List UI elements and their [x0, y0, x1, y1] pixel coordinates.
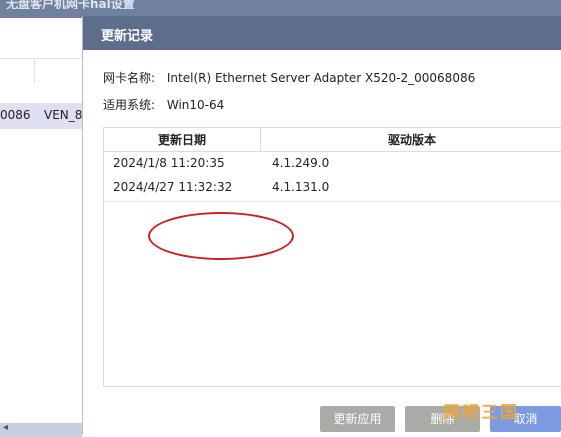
background-content: 0086 VEN_8 ◂ — [0, 18, 82, 437]
cell-date: 2024/1/8 11:20:35 — [113, 156, 225, 170]
system-label: 适用系统: — [103, 98, 156, 112]
cell-version: 4.1.131.0 — [272, 180, 330, 194]
annotation-ellipse — [148, 212, 294, 260]
background-title: 无盘客户机网卡hal设置 — [6, 0, 135, 9]
adapter-value: Intel(R) Ethernet Server Adapter X520-2_… — [166, 71, 476, 85]
system-info: 适用系统: Win10-64 — [103, 96, 224, 113]
column-header-date[interactable]: 更新日期 — [104, 128, 261, 152]
update-history-table: 更新日期 驱动版本 2024/1/8 11:20:35 4.1.249.0 20… — [103, 127, 561, 387]
cell-version: 4.1.249.0 — [272, 156, 330, 170]
dialog-titlebar[interactable]: 更新记录 — [83, 16, 561, 50]
scroll-left-icon[interactable]: ◂ — [3, 422, 8, 433]
apply-update-button[interactable]: 更新应用 — [320, 406, 395, 432]
table-row-divider — [104, 201, 561, 202]
table-row[interactable]: 2024/4/27 11:32:32 4.1.131.0 — [104, 176, 561, 200]
column-header-version[interactable]: 驱动版本 — [261, 128, 561, 152]
background-cell-vendor: VEN_8 — [44, 108, 83, 122]
background-table-row[interactable]: 0086 VEN_8 — [0, 104, 82, 129]
background-table-header — [0, 58, 82, 104]
cell-date: 2024/4/27 11:32:32 — [113, 180, 233, 194]
background-cell-id: 0086 — [0, 108, 31, 122]
adapter-info: 网卡名称: Intel(R) Ethernet Server Adapter X… — [103, 69, 475, 86]
table-header: 更新日期 驱动版本 — [104, 128, 561, 152]
watermark-logo: 网吧三国 — [443, 403, 519, 423]
table-row[interactable]: 2024/1/8 11:20:35 4.1.249.0 — [104, 152, 561, 176]
background-header-divider — [34, 59, 35, 83]
system-value: Win10-64 — [166, 98, 225, 112]
dialog-title: 更新记录 — [101, 29, 154, 44]
horizontal-scrollbar[interactable]: ◂ — [0, 422, 82, 437]
adapter-label: 网卡名称: — [103, 71, 156, 85]
